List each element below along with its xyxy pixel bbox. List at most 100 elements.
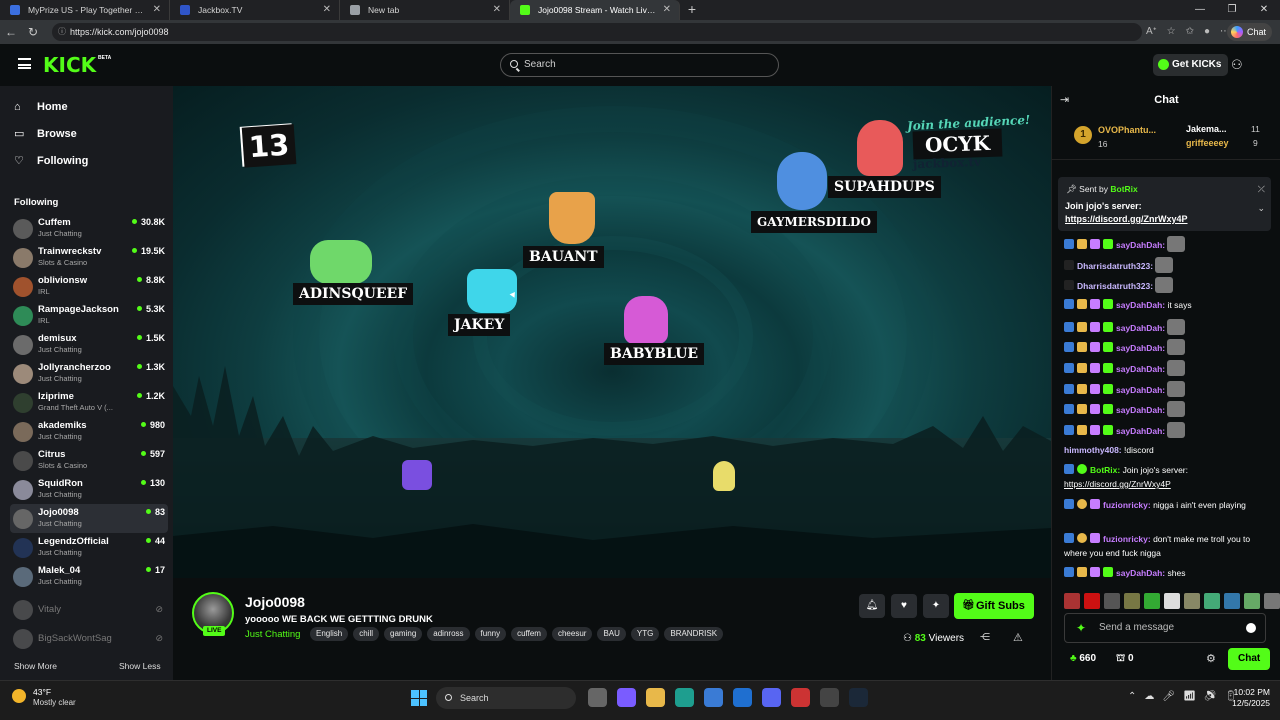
leaderboard-name[interactable]: Jakema... xyxy=(1186,124,1227,134)
chat-username[interactable]: sayDahDah: xyxy=(1116,364,1165,374)
followed-channel[interactable]: Cuffem Just Chatting 30.8K xyxy=(10,214,168,243)
chat-username[interactable]: fuzionricky: xyxy=(1103,500,1151,510)
chat-username[interactable]: sayDahDah: xyxy=(1116,343,1165,353)
show-more-link[interactable]: Show More xyxy=(14,661,57,671)
stream-tag[interactable]: cheesur xyxy=(551,627,593,641)
favorite-star-icon[interactable]: ☆ xyxy=(1167,20,1176,44)
chat-username[interactable]: sayDahDah: xyxy=(1116,300,1165,310)
steam-icon[interactable] xyxy=(849,688,868,707)
nav-home[interactable]: ⌂ Home xyxy=(14,100,68,114)
close-tab-icon[interactable]: ✕ xyxy=(493,0,501,20)
app-icon[interactable] xyxy=(791,688,810,707)
followed-channel[interactable]: Jollyrancherzoo Just Chatting 1.3K xyxy=(10,359,168,388)
chat-username[interactable]: sayDahDah: xyxy=(1116,323,1165,333)
browser-tab[interactable]: Jackbox.TV ✕ xyxy=(170,0,340,20)
emote-icon[interactable] xyxy=(1104,593,1120,609)
clock-date[interactable]: 12/5/2025 xyxy=(1230,698,1270,708)
chevron-down-icon[interactable]: ⌄ xyxy=(1257,203,1265,214)
profile-icon[interactable]: ● xyxy=(1204,20,1210,44)
browser-tab[interactable]: New tab ✕ xyxy=(340,0,510,20)
favorites-icon[interactable]: ✩ xyxy=(1186,20,1194,44)
store-icon[interactable] xyxy=(704,688,723,707)
stream-tag[interactable]: chill xyxy=(353,627,380,641)
chat-message-input[interactable]: ✦ Send a message xyxy=(1064,613,1266,643)
taskbar-search[interactable]: Search xyxy=(436,687,576,709)
get-kicks-button[interactable]: Get KICKs xyxy=(1153,54,1229,76)
video-player[interactable]: 13 Join the audience! OCYK jackbox.tv AD… xyxy=(173,86,1051,578)
emote-icon[interactable] xyxy=(1084,593,1100,609)
stream-tag[interactable]: BAU xyxy=(597,627,626,641)
copilot-chat-button[interactable]: Chat xyxy=(1226,23,1272,41)
windows-start-icon[interactable] xyxy=(411,690,427,706)
emote-icon[interactable] xyxy=(1164,593,1180,609)
maximize-icon[interactable]: ❐ xyxy=(1216,0,1248,20)
report-warning-icon[interactable]: ⚠ xyxy=(1013,631,1023,644)
emoji-picker-icon[interactable] xyxy=(1246,623,1256,633)
back-arrow-icon[interactable]: ← xyxy=(0,25,22,39)
emote-icon[interactable] xyxy=(1184,593,1200,609)
nav-following[interactable]: ♡ Following xyxy=(14,154,88,168)
followed-channel[interactable]: akademiks Just Chatting 980 xyxy=(10,417,168,446)
file-explorer-icon[interactable] xyxy=(646,688,665,707)
stream-tag[interactable]: gaming xyxy=(384,627,423,641)
kick-logo[interactable]: KICK xyxy=(43,53,96,77)
chat-username[interactable]: sayDahDah: xyxy=(1116,385,1165,395)
stream-tag[interactable]: English xyxy=(310,627,349,641)
url-field[interactable]: ⓘ https://kick.com/jojo0098 xyxy=(52,23,1142,41)
followed-channel[interactable]: Trainwreckstv Slots & Casino 19.5K xyxy=(10,243,168,272)
offline-channel[interactable]: BigSackWontSag ⊘ xyxy=(10,624,168,653)
close-tab-icon[interactable]: ✕ xyxy=(663,0,671,20)
emote-icon[interactable] xyxy=(1264,593,1280,609)
chat-username[interactable]: sayDahDah: xyxy=(1116,426,1165,436)
chat-send-button[interactable]: Chat xyxy=(1228,648,1271,670)
notification-bell-icon[interactable]: 🔔︎ xyxy=(859,594,885,618)
menu-icon[interactable] xyxy=(18,58,31,69)
pinned-link[interactable]: https://discord.gg/ZnrWxy4P xyxy=(1065,214,1188,224)
leaderboard-name[interactable]: OVOPhantu... xyxy=(1098,125,1156,135)
weather-moon-icon[interactable] xyxy=(12,689,26,703)
epic-games-icon[interactable] xyxy=(820,688,839,707)
search-input[interactable]: Search xyxy=(500,53,779,77)
chat-username[interactable]: sayDahDah: xyxy=(1116,405,1165,415)
chat-username[interactable]: BotRix: xyxy=(1090,465,1120,475)
follow-heart-icon[interactable]: ♥ xyxy=(891,594,917,618)
task-view-icon[interactable] xyxy=(588,688,607,707)
site-info-icon[interactable]: ⓘ xyxy=(58,23,66,41)
close-window-icon[interactable]: ✕ xyxy=(1248,0,1280,20)
gift-subs-button[interactable]: 🎁︎ Gift Subs xyxy=(954,593,1034,619)
weather-temp[interactable]: 43°F xyxy=(33,687,51,697)
chat-username[interactable]: fuzionricky: xyxy=(1103,534,1151,544)
copilot-app-icon[interactable] xyxy=(617,688,636,707)
close-tab-icon[interactable]: ✕ xyxy=(153,0,161,20)
browser-tab[interactable]: MyPrize US - Play Together with c ✕ xyxy=(0,0,170,20)
read-aloud-icon[interactable]: Aᐩ xyxy=(1146,20,1157,44)
leaderboard-name[interactable]: griffeeeey xyxy=(1186,138,1229,148)
followed-channel-current[interactable]: Jojo0098 Just Chatting 83 xyxy=(10,504,168,533)
system-tray[interactable]: ⌃☁🎤︎📶︎🔊︎🔋︎ xyxy=(1128,691,1245,702)
emote-icon[interactable] xyxy=(1124,593,1140,609)
minimize-icon[interactable]: — xyxy=(1184,0,1216,20)
emote-icon[interactable] xyxy=(1204,593,1220,609)
clip-sparkle-icon[interactable]: ✦ xyxy=(923,594,949,618)
emote-icon[interactable] xyxy=(1244,593,1260,609)
pinned-sender-name[interactable]: BotRix xyxy=(1110,184,1137,194)
stream-tag[interactable]: YTG xyxy=(630,627,660,641)
stream-category[interactable]: Just Chatting xyxy=(245,629,300,640)
followed-channel[interactable]: SquidRon Just Chatting 130 xyxy=(10,475,168,504)
show-less-link[interactable]: Show Less xyxy=(119,661,161,671)
chat-link[interactable]: https://discord.gg/ZnrWxy4P xyxy=(1064,479,1171,489)
kicks-balance[interactable]: ♣ 660 xyxy=(1070,653,1096,664)
streamer-name[interactable]: Jojo0098 xyxy=(245,594,305,610)
followed-channel[interactable]: LegendzOfficial Just Chatting 44 xyxy=(10,533,168,562)
weather-desc[interactable]: Mostly clear xyxy=(33,698,76,707)
emote-icon[interactable] xyxy=(1064,593,1080,609)
unpin-icon[interactable]: ⤫ xyxy=(1258,184,1265,195)
offline-channel[interactable]: Vitaly ⊘ xyxy=(10,595,168,624)
new-tab-plus-icon[interactable]: + xyxy=(680,0,704,20)
browser-tab-active[interactable]: Jojo0098 Stream - Watch Live on K ✕ xyxy=(510,0,680,20)
share-icon[interactable]: ⋲ xyxy=(980,632,990,643)
outlook-icon[interactable] xyxy=(733,688,752,707)
chat-username[interactable]: sayDahDah: xyxy=(1116,568,1165,578)
followed-channel[interactable]: demisux Just Chatting 1.5K xyxy=(10,330,168,359)
stream-tag[interactable]: funny xyxy=(474,627,507,641)
